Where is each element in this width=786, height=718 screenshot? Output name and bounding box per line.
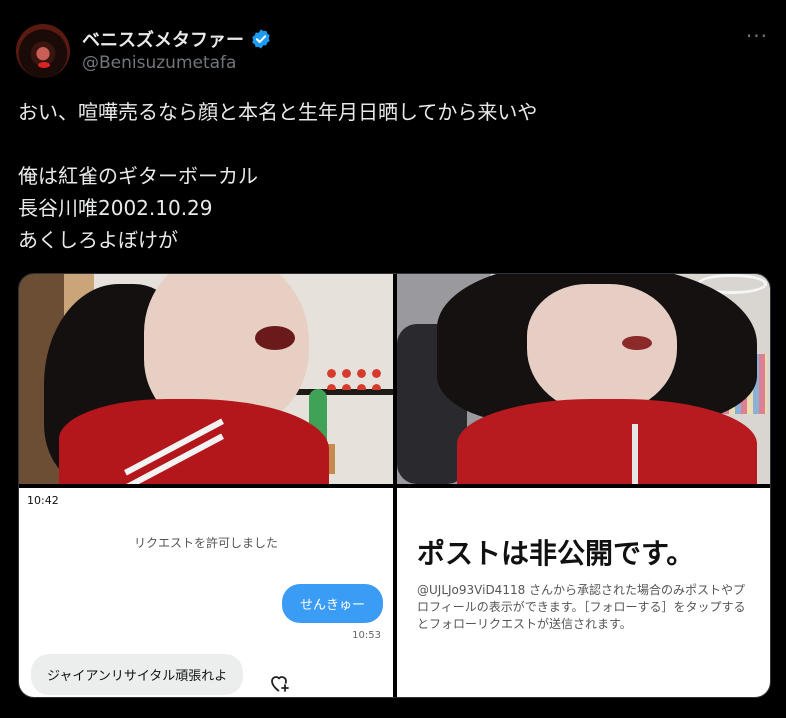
chat-outgoing-bubble: せんきゅー	[281, 584, 383, 623]
lips	[622, 336, 652, 350]
heart-plus-icon	[271, 676, 289, 692]
private-account-screenshot[interactable]: ポストは非公開です。 @UJLJo93ViD4118 さんから承認された場合のみ…	[397, 488, 770, 697]
display-name[interactable]: ベニスズメタファー	[82, 26, 244, 52]
photo-1-scene	[19, 274, 393, 484]
verified-badge-icon	[252, 29, 270, 49]
author-name-row: ベニスズメタファー	[82, 26, 272, 52]
figurines	[324, 366, 384, 390]
private-notice-title: ポストは非公開です。	[417, 537, 695, 570]
chat-system-message: リクエストを許可しました	[133, 536, 278, 550]
chat-outgoing-time: 10:53	[352, 630, 381, 641]
photo-1[interactable]	[19, 274, 393, 484]
avatar-mouth	[38, 62, 50, 68]
handle[interactable]: @Benisuzumetafa	[82, 53, 236, 73]
private-notice-description: @UJLJo93ViD4118 さんから承認された場合のみポストやプロフィールの…	[417, 583, 746, 631]
chat-screenshot[interactable]: 10:42 リクエストを許可しました せんきゅー 10:53 ジャイアンリサイタ…	[19, 488, 393, 697]
tweet-text: おい、喧嘩売るなら顔と本名と生年月日晒してから来いや 俺は紅雀のギターボーカル …	[18, 100, 538, 252]
red-jacket	[59, 399, 329, 484]
photo-2-scene	[397, 274, 770, 484]
photo-2[interactable]	[397, 274, 770, 484]
avatar[interactable]	[16, 24, 70, 78]
chat-incoming-bubble: ジャイアンリサイタル頑張れよ	[31, 654, 244, 695]
chat-status-time: 10:42	[27, 494, 59, 507]
face	[527, 284, 677, 414]
more-options-icon[interactable]: ···	[746, 24, 768, 48]
media-grid: 10:42 リクエストを許可しました せんきゅー 10:53 ジャイアンリサイタ…	[18, 273, 771, 698]
red-jacket	[457, 399, 757, 484]
jacket-zipper	[632, 424, 638, 484]
lips	[255, 326, 295, 350]
